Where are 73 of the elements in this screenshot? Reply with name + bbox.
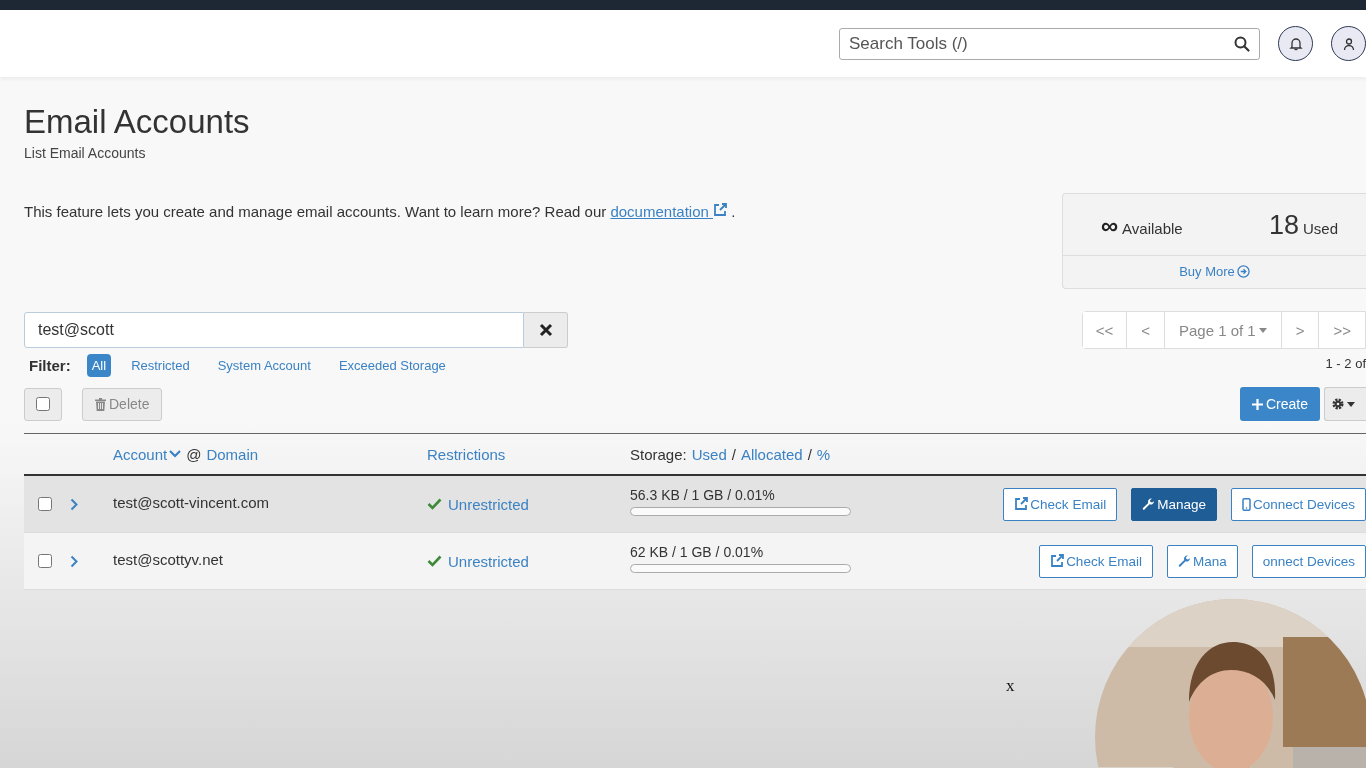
row-checkbox[interactable] [38,554,52,568]
restrictions-sort-link[interactable]: Restrictions [427,445,506,463]
chevron-down-icon [169,450,182,458]
storage-sort-link[interactable]: Allocated [740,445,803,463]
account-sort-link[interactable]: Account [113,445,182,463]
check-icon [427,555,442,567]
filter-label: Filter: [29,357,71,374]
expand-button[interactable] [70,497,78,511]
storage-usage: 62 KB / 1 GB / 0.01% [630,543,764,560]
domain-sort-link[interactable]: Domain [206,445,259,463]
filter-option[interactable]: All [86,354,112,377]
chevron-right-icon [70,497,78,511]
filter-option[interactable]: Restricted [123,355,198,376]
filter-option[interactable]: Exceeded Storage [330,355,454,376]
phone-icon [1241,497,1251,511]
select-all-checkbox[interactable] [36,397,50,411]
delete-button[interactable]: Delete [82,387,163,421]
external-link-icon [1014,497,1029,511]
close-icon [538,323,553,337]
account-search-field[interactable]: test@scott [24,312,524,348]
search-field[interactable]: Search Tools (/) [839,27,1260,60]
manage-button[interactable]: Mana [1166,544,1238,578]
external-link-icon [713,203,727,217]
manage-button[interactable]: Manage [1131,487,1217,521]
trash-icon [95,397,106,411]
chevron-right-icon [70,554,78,568]
restriction-link[interactable]: Unrestricted [448,495,529,513]
check-email-button[interactable]: Check Email [1039,544,1153,578]
plus-icon [1251,398,1263,410]
caret-icon [1347,401,1355,407]
available-label: Available [1122,220,1183,237]
result-range: 1 - 2 of [1325,355,1366,371]
check-icon [427,498,442,510]
wrench-icon [1177,554,1191,568]
account-address: test@scottyv.net [113,550,223,568]
storage-header-label: / [807,445,812,463]
bell-icon [1288,36,1303,51]
arrow-circle-icon [1236,265,1250,278]
user-button[interactable] [1331,26,1366,61]
notifications-button[interactable] [1278,26,1313,61]
storage-sort-link[interactable]: % [816,445,831,463]
connect-devices-button[interactable]: onnect Devices [1251,544,1366,578]
used-count: 18 [1268,210,1299,241]
settings-button[interactable] [1324,387,1366,421]
buy-more-link[interactable]: Buy More [1179,264,1250,279]
row-checkbox[interactable] [38,497,52,511]
check-email-button[interactable]: Check Email [1003,487,1118,521]
page-subtitle: List Email Accounts [24,145,147,161]
clear-search-button[interactable] [524,312,568,348]
x-mark: x [1006,676,1015,696]
create-button[interactable]: Create [1239,387,1320,421]
user-icon [1341,36,1356,51]
wrench-icon [1142,497,1156,511]
storage-header-label: Storage: [630,445,687,463]
select-all-control[interactable] [24,387,62,421]
used-label: Used [1302,220,1338,237]
storage-usage: 56.3 KB / 1 GB / 0.01% [630,486,775,503]
infinity-value: ∞ [1101,212,1119,240]
description-text: This feature lets you create and manage email accounts. Want to learn more? Read our documentation . [24,203,736,220]
restriction-link[interactable]: Unrestricted [448,552,529,570]
connect-devices-button[interactable]: Connect Devices [1230,487,1366,521]
storage-sort-link[interactable]: Used [691,445,727,463]
at-sign: @ [186,445,202,463]
caret-icon [1258,327,1267,333]
external-link-icon [1050,554,1065,568]
search-icon [1234,35,1250,52]
account-address: test@scott-vincent.com [113,493,270,511]
filter-option[interactable]: System Account [209,355,319,376]
gear-icon [1331,397,1345,411]
documentation-link[interactable]: documentation [610,203,727,220]
page-title: Email Accounts [24,103,251,141]
expand-button[interactable] [70,554,78,568]
storage-header-label: / [731,445,736,463]
